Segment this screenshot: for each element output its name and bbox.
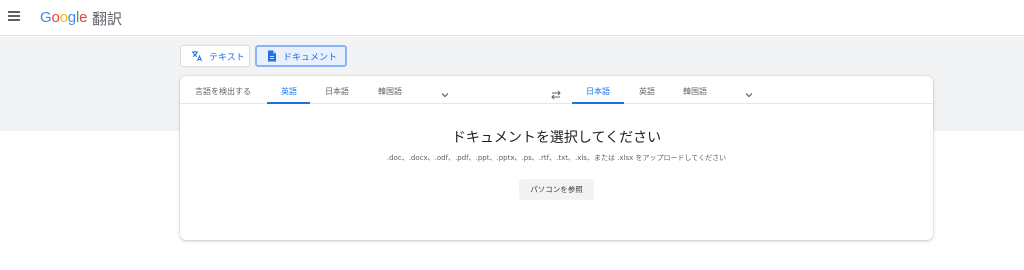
detect-language-tab[interactable]: 言語を検出する	[195, 86, 251, 97]
supported-formats-text: .doc、.docx、.odf、.pdf、.ppt、.pptx、.ps、.rtf…	[386, 154, 727, 162]
chevron-down-icon[interactable]	[440, 85, 450, 104]
upload-heading: ドキュメントを選択してください	[451, 130, 662, 146]
top-bar: Google 翻訳	[0, 0, 1024, 36]
target-active-indicator	[572, 102, 624, 104]
source-lang-english[interactable]: 英語	[281, 86, 297, 97]
browse-computer-button[interactable]: パソコンを参照	[519, 179, 594, 200]
target-lang-japanese[interactable]: 日本語	[586, 86, 610, 97]
chevron-down-icon[interactable]	[744, 85, 754, 104]
document-mode-label: ドキュメント	[283, 52, 338, 63]
text-mode-label: テキスト	[209, 52, 245, 63]
text-mode-button[interactable]: テキスト	[180, 45, 250, 67]
product-name: 翻訳	[92, 10, 123, 28]
google-logo[interactable]: Google	[40, 9, 87, 26]
swap-icon[interactable]	[550, 85, 562, 104]
translate-icon	[191, 50, 203, 62]
document-icon	[267, 50, 277, 62]
source-active-indicator	[267, 102, 310, 104]
target-lang-korean[interactable]: 韓国語	[683, 86, 707, 97]
document-mode-button[interactable]: ドキュメント	[255, 45, 347, 67]
document-card: 言語を検出する 英語 日本語 韓国語 日本語 英語 韓国語 ドキュメントを選択し…	[180, 76, 933, 240]
source-lang-japanese[interactable]: 日本語	[325, 86, 349, 97]
language-bar: 言語を検出する 英語 日本語 韓国語 日本語 英語 韓国語	[180, 76, 933, 104]
menu-icon[interactable]	[8, 11, 20, 23]
source-lang-korean[interactable]: 韓国語	[378, 86, 402, 97]
target-lang-english[interactable]: 英語	[639, 86, 655, 97]
